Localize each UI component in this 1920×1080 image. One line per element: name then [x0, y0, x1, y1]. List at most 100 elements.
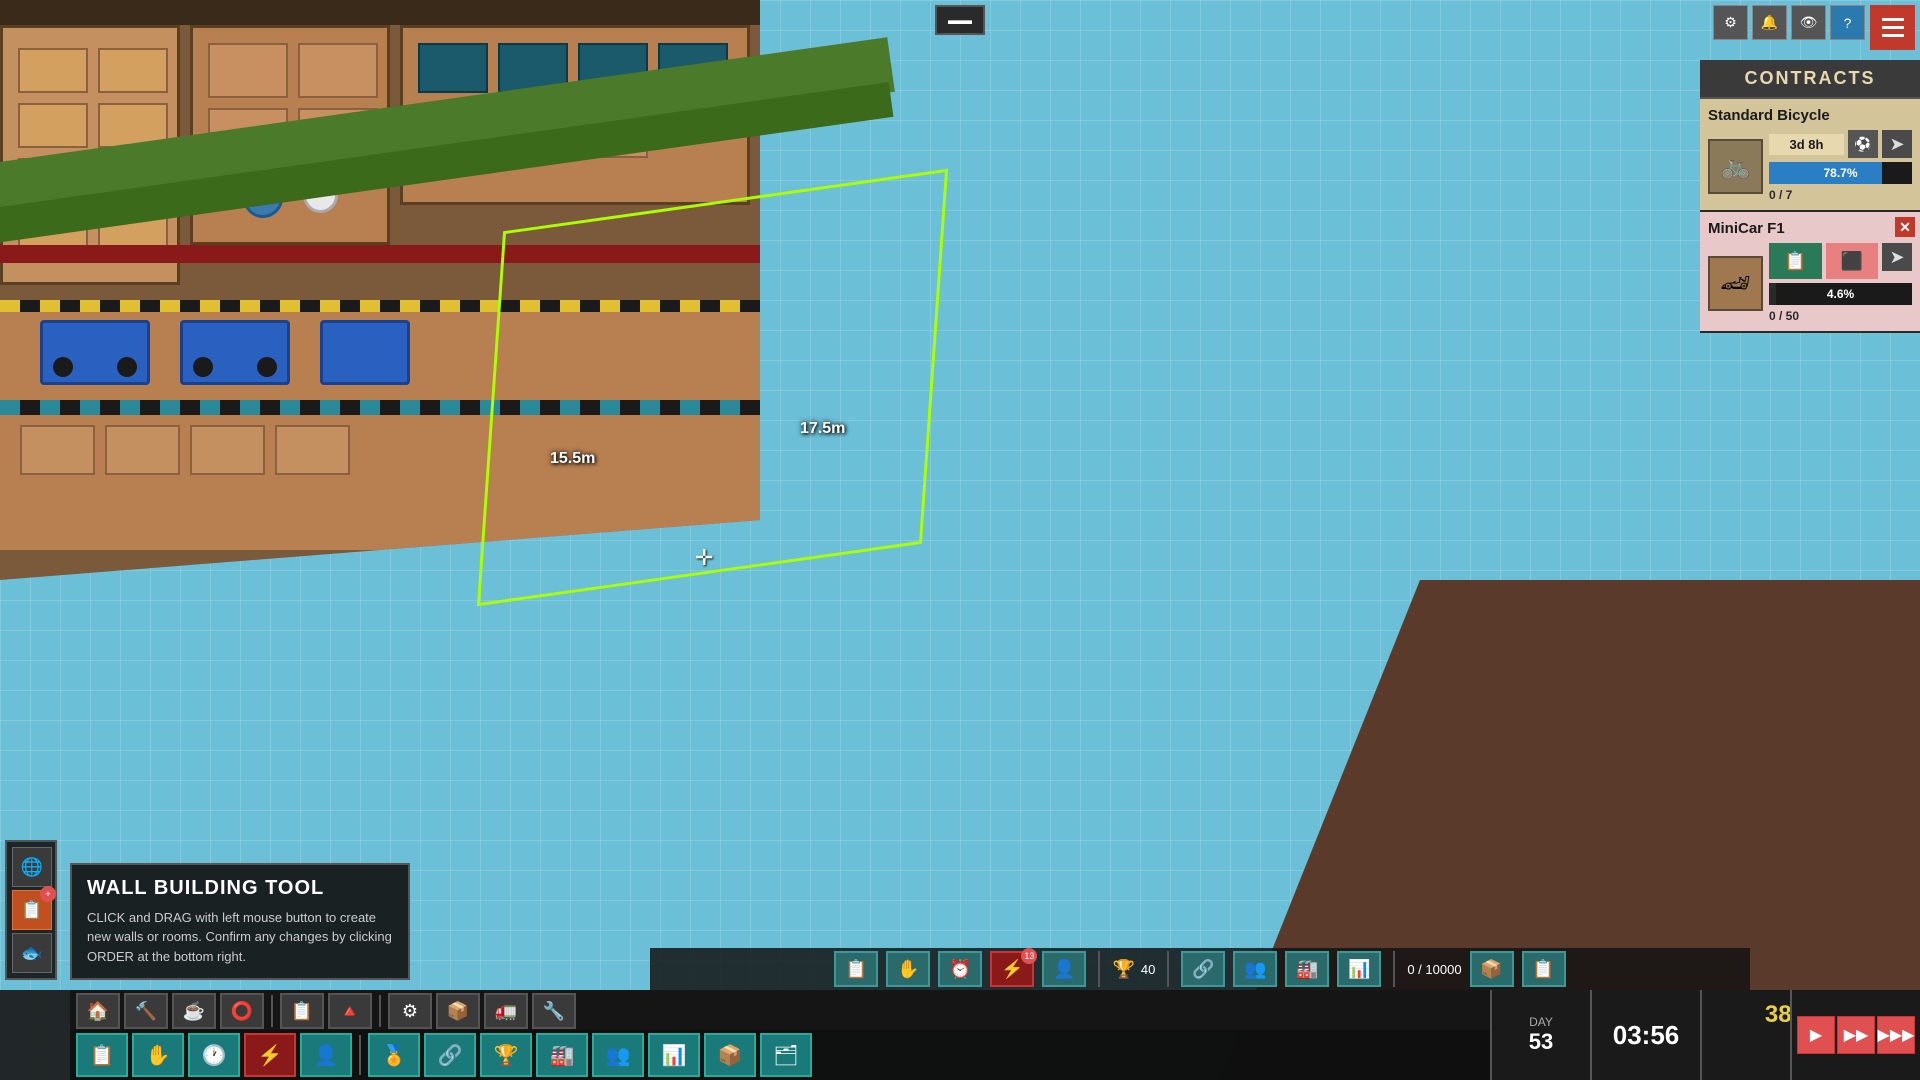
toolbar-btn-person[interactable]: 👤	[300, 1033, 352, 1077]
toolbar-btn-clipboard[interactable]: 📋	[76, 1033, 128, 1077]
secondary-btn-hammer[interactable]: 🔨	[124, 993, 168, 1029]
wheel	[117, 357, 137, 377]
toolbar-top-btn-1[interactable]: 📋	[834, 951, 878, 987]
toolbar-btn-network[interactable]: 🔗	[424, 1033, 476, 1077]
toolbar-btn-chart[interactable]: 📊	[648, 1033, 700, 1077]
notification-icon-btn[interactable]: 🔔	[1752, 5, 1787, 40]
workbench	[18, 48, 88, 93]
mini-btn-orders[interactable]: 📋 +	[12, 890, 52, 930]
alert-badge: 13	[1021, 948, 1037, 964]
bicycle-progress-label: 78.7%	[1769, 162, 1912, 184]
fastest-btn[interactable]: ▶▶▶	[1877, 1016, 1915, 1054]
contract-title-bicycle: Standard Bicycle	[1708, 107, 1912, 124]
trophy-count: 40	[1141, 962, 1155, 977]
contract-time-row: 3d 8h ⚽ ➤	[1769, 130, 1912, 158]
machine-1	[208, 43, 288, 98]
primary-toolbar: 📋 ✋ 🕐 ⚡ 👤 🏅 🔗 🏆 🏭 👥 📊 📦 🗂	[70, 1030, 1540, 1080]
toolbar-btn-trophy[interactable]: 🏆	[480, 1033, 532, 1077]
view-icon-btn[interactable]: 👁	[1791, 5, 1826, 40]
toolbar-top-btn-2[interactable]: ✋	[886, 951, 930, 987]
toolbar-top-btn-network[interactable]: 🔗	[1181, 951, 1225, 987]
secondary-btn-circle[interactable]: ⭕	[220, 993, 264, 1029]
toolbar-top-btn-alert[interactable]: ⚡ 13	[990, 951, 1034, 987]
secondary-btn-gear[interactable]: ⚙	[388, 993, 432, 1029]
bottom-toolbar: 🏠 🔨 ☕ ⭕ 📋 🔺 ⚙ 📦 🚛 🔧 📋 ✋ 🕐 ⚡ 👤 🏅 🔗 🏆 🏭 👥 …	[0, 990, 1920, 1080]
minicar-count: 0 / 50	[1769, 309, 1912, 323]
toolbar-btn-group[interactable]: 👥	[592, 1033, 644, 1077]
vehicle-1	[40, 320, 150, 385]
secondary-btn-list[interactable]: 📋	[280, 993, 324, 1029]
toolbar-divider-3	[1393, 951, 1395, 987]
contract-sport-btn[interactable]: ⚽	[1848, 130, 1878, 158]
bicycle-icon: 🚲	[1721, 152, 1751, 181]
toolbar-top-btn-3[interactable]: ⏰	[938, 951, 982, 987]
workbench-bottom	[190, 425, 265, 475]
toolbar-top-btn-factory[interactable]: 🏭	[1285, 951, 1329, 987]
toolbar-divider-2	[1167, 951, 1169, 987]
toolbar-top-btn-5[interactable]: 👤	[1042, 951, 1086, 987]
bicycle-progress-container: 78.7%	[1769, 162, 1912, 184]
minicar-progress-label: 4.6%	[1769, 283, 1912, 305]
minicar-icon-area: 📋 ⬛ ➤	[1769, 243, 1912, 279]
tooltip-panel: WALL BUILDING TOOL CLICK and DRAG with l…	[70, 863, 410, 981]
day-value: 53	[1529, 1029, 1553, 1055]
secondary-btn-home[interactable]: 🏠	[76, 993, 120, 1029]
factory-top-border	[0, 0, 760, 25]
measure-label-right: 17.5m	[800, 420, 845, 438]
toolbar-btn-docs[interactable]: 🗂	[760, 1033, 812, 1077]
hamburger-menu-btn[interactable]	[1870, 5, 1915, 50]
contract-arrow-btn-2[interactable]: ➤	[1882, 243, 1912, 271]
toolbar-btn-clock[interactable]: 🕐	[188, 1033, 240, 1077]
time-counter: 03:56	[1590, 990, 1700, 1080]
play-btn[interactable]: ▶	[1797, 1016, 1835, 1054]
contract-arrow-btn-1[interactable]: ➤	[1882, 130, 1912, 158]
tooltip-text: CLICK and DRAG with left mouse button to…	[87, 908, 393, 967]
toolbar-btn-package[interactable]: 📦	[704, 1033, 756, 1077]
divider	[271, 995, 273, 1027]
mini-btn-globe[interactable]: 🌐	[12, 847, 52, 887]
vehicle-3	[320, 320, 410, 385]
toolbar-btn-hand[interactable]: ✋	[132, 1033, 184, 1077]
wheel	[53, 357, 73, 377]
toolbar-top-btn-logs[interactable]: 📋	[1522, 951, 1566, 987]
secondary-btn-layers[interactable]: 🔺	[328, 993, 372, 1029]
secondary-btn-tool[interactable]: 🔧	[532, 993, 576, 1029]
divider-2	[379, 995, 381, 1027]
hamburger-line-1	[1882, 18, 1904, 21]
contract-thumbnail-minicar: 🏎	[1708, 256, 1763, 311]
fast-btn[interactable]: ▶▶	[1837, 1016, 1875, 1054]
trophy-status: 🏆 40	[1112, 959, 1155, 980]
top-center-icon: ▬▬	[948, 13, 972, 27]
bicycle-count: 0 / 7	[1769, 188, 1912, 202]
secondary-btn-truck[interactable]: 🚛	[484, 993, 528, 1029]
toolbar-top-btn-users[interactable]: 👥	[1233, 951, 1277, 987]
secondary-btn-box[interactable]: 📦	[436, 993, 480, 1029]
toolbar-btn-factory[interactable]: 🏭	[536, 1033, 588, 1077]
production-text: 0 / 10000	[1407, 962, 1461, 977]
contract-body-bicycle: 🚲 3d 8h ⚽ ➤ 78.7% 0 / 7	[1708, 130, 1912, 202]
toolbar-btn-medal[interactable]: 🏅	[368, 1033, 420, 1077]
contract-thumbnail-bicycle: 🚲	[1708, 139, 1763, 194]
mini-btn-badge: +	[40, 886, 56, 902]
contract-clipboard-btn[interactable]: 📋	[1769, 243, 1822, 279]
top-icon-bar: ⚙ 🔔 👁 ?	[1713, 5, 1865, 40]
settings-icon-btn[interactable]: ⚙	[1713, 5, 1748, 40]
teal-machine	[418, 43, 488, 93]
toolbar-top-btn-chart[interactable]: 📊	[1337, 951, 1381, 987]
primary-divider	[359, 1035, 361, 1075]
secondary-btn-coffee[interactable]: ☕	[172, 993, 216, 1029]
workbench-bottom	[105, 425, 180, 475]
contract-delete-btn[interactable]: ✕	[1895, 217, 1915, 237]
toolbar-top-btn-export[interactable]: 📦	[1470, 951, 1514, 987]
help-icon-btn[interactable]: ?	[1830, 5, 1865, 40]
workbench-bottom	[20, 425, 95, 475]
measure-label-left: 15.5m	[550, 450, 595, 468]
contract-title-minicar: MiniCar F1	[1708, 220, 1912, 237]
toolbar-btn-alert[interactable]: ⚡	[244, 1033, 296, 1077]
top-center-button[interactable]: ▬▬	[935, 5, 985, 35]
contract-time-bicycle: 3d 8h	[1769, 134, 1844, 155]
mini-btn-fish[interactable]: 🐟	[12, 933, 52, 973]
machine-2	[298, 43, 378, 98]
minicar-icon: 🏎	[1720, 269, 1750, 298]
measurement-rectangle	[477, 169, 948, 607]
